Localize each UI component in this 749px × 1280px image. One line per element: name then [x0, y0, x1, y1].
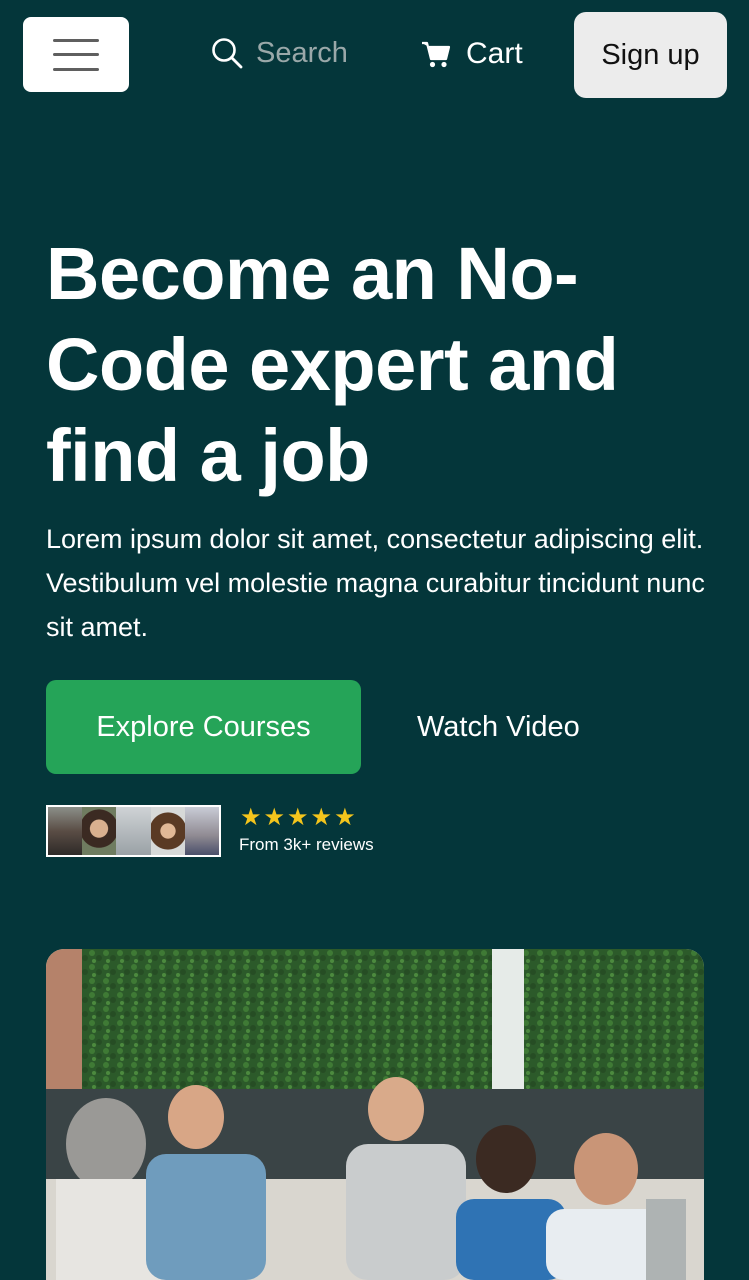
signup-button[interactable]: Sign up	[574, 12, 727, 98]
avatar	[150, 807, 185, 855]
search-icon	[212, 38, 243, 69]
star-icon: ★	[287, 804, 309, 831]
hero-description: Lorem ipsum dolor sit amet, consectetur …	[46, 524, 705, 642]
explore-courses-button[interactable]: Explore Courses	[46, 680, 361, 774]
search-input[interactable]	[256, 36, 396, 70]
avatar	[82, 807, 117, 855]
reviews-count: From 3k+ reviews	[239, 835, 374, 854]
avatar	[116, 807, 151, 855]
avatar	[48, 807, 83, 855]
cart-link[interactable]: Cart	[420, 30, 523, 78]
watch-video-button[interactable]: Watch Video	[417, 702, 580, 752]
menu-icon	[53, 38, 99, 71]
hero-photo	[46, 949, 704, 1280]
star-icon: ★	[334, 804, 356, 831]
cart-icon	[422, 41, 451, 68]
reviewer-avatars	[46, 805, 221, 857]
cart-label: Cart	[466, 37, 523, 70]
group-photo-image	[46, 949, 704, 1280]
hero-title: Become an No-Code expert and find a job	[46, 232, 619, 497]
star-icon: ★	[310, 804, 333, 831]
star-icon: ★	[263, 804, 286, 831]
landing-page: Cart Sign up Become an No-Code expert an…	[0, 0, 749, 1280]
search-bar[interactable]	[210, 30, 396, 76]
star-rating: ★ ★ ★ ★ ★	[240, 806, 356, 830]
avatar	[184, 807, 220, 855]
menu-button[interactable]	[23, 17, 129, 92]
star-icon: ★	[240, 804, 262, 831]
